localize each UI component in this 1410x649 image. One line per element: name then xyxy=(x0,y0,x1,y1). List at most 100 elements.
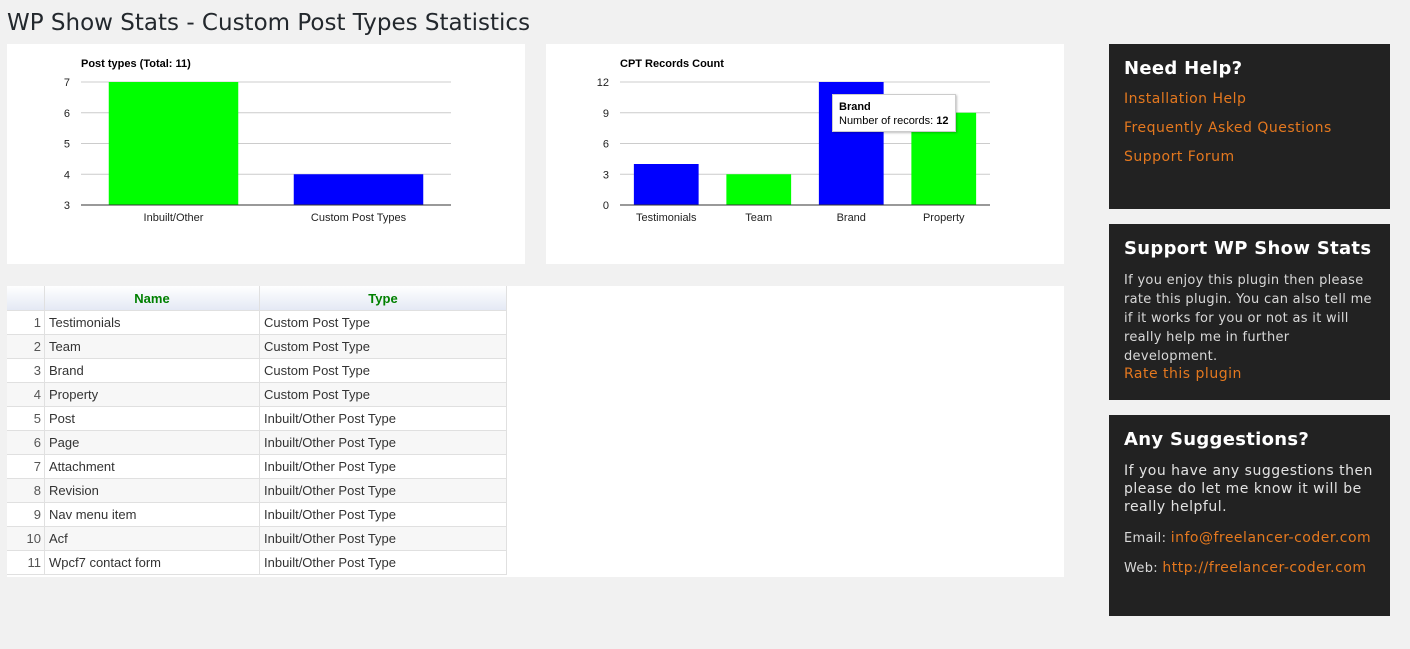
table-row[interactable]: 11 Wpcf7 contact form Inbuilt/Other Post T… xyxy=(7,550,507,575)
y-tick-label: 7 xyxy=(64,77,70,89)
table-row[interactable]: 3 Brand Custom Post Type xyxy=(7,358,507,383)
rate-plugin-link[interactable]: Rate this plugin xyxy=(1124,366,1375,382)
cell-name: Wpcf7 contact form xyxy=(44,550,260,575)
cell-name: Page xyxy=(44,430,260,455)
table-row[interactable]: 2 Team Custom Post Type xyxy=(7,334,507,359)
email-label: Email: xyxy=(1124,531,1167,546)
web-link[interactable]: http://freelancer-coder.com xyxy=(1162,560,1366,576)
y-tick-label: 4 xyxy=(64,169,70,181)
table-row[interactable]: 10 Acf Inbuilt/Other Post Type xyxy=(7,526,507,551)
x-tick-label: Brand xyxy=(837,212,866,224)
row-number: 9 xyxy=(7,502,45,527)
row-number-header xyxy=(7,286,45,311)
cell-type: Inbuilt/Other Post Type xyxy=(259,550,507,575)
cell-name: Revision xyxy=(44,478,260,503)
faq-link[interactable]: Frequently Asked Questions xyxy=(1124,120,1375,136)
cell-type: Inbuilt/Other Post Type xyxy=(259,526,507,551)
cell-name: Nav menu item xyxy=(44,502,260,527)
cell-name: Team xyxy=(44,334,260,359)
cell-type: Inbuilt/Other Post Type xyxy=(259,406,507,431)
page-title: WP Show Stats - Custom Post Types Statis… xyxy=(7,10,531,36)
row-number: 7 xyxy=(7,454,45,479)
row-number: 5 xyxy=(7,406,45,431)
table-row[interactable]: 4 Property Custom Post Type xyxy=(7,382,507,407)
column-header-name[interactable]: Name xyxy=(44,286,260,311)
y-tick-label: 3 xyxy=(603,169,609,181)
web-line: Web: http://freelancer-coder.com xyxy=(1124,560,1375,576)
email-link[interactable]: info@freelancer-coder.com xyxy=(1171,530,1372,546)
support-forum-link[interactable]: Support Forum xyxy=(1124,149,1375,165)
tooltip-value: 12 xyxy=(936,115,949,127)
chart-title: CPT Records Count xyxy=(620,58,724,70)
cell-name: Testimonials xyxy=(44,310,260,335)
tooltip-line: Number of records: 12 xyxy=(839,114,949,128)
support-box: Support WP Show Stats If you enjoy this … xyxy=(1109,224,1390,400)
row-number: 8 xyxy=(7,478,45,503)
tooltip-title: Brand xyxy=(839,101,871,113)
cell-name: Brand xyxy=(44,358,260,383)
table-row[interactable]: 1 Testimonials Custom Post Type xyxy=(7,310,507,335)
installation-help-link[interactable]: Installation Help xyxy=(1124,91,1375,107)
cpt-records-chart-panel: CPT Records Count 0 3 6 9 12 Testimonials Team B… xyxy=(546,44,1064,264)
table-row[interactable]: 9 Nav menu item Inbuilt/Other Post Type xyxy=(7,502,507,527)
chart-title: Post types (Total: 11) xyxy=(81,58,191,70)
cell-name: Post xyxy=(44,406,260,431)
table-body: 1 Testimonials Custom Post Type 2 Team Custom… xyxy=(7,310,507,575)
post-types-chart-panel: Post types (Total: 11) 3 4 5 6 7 Inbuilt/Other… xyxy=(7,44,525,264)
table-row[interactable]: 5 Post Inbuilt/Other Post Type xyxy=(7,406,507,431)
x-tick-label: Inbuilt/Other xyxy=(144,212,204,224)
need-help-title: Need Help? xyxy=(1124,58,1243,79)
row-number: 10 xyxy=(7,526,45,551)
cell-type: Inbuilt/Other Post Type xyxy=(259,454,507,479)
x-tick-label: Team xyxy=(745,212,772,224)
tooltip-label: Number of records: xyxy=(839,115,934,127)
cell-name: Attachment xyxy=(44,454,260,479)
bar-testimonials[interactable] xyxy=(633,164,699,205)
cell-name: Property xyxy=(44,382,260,407)
column-header-type[interactable]: Type xyxy=(259,286,507,311)
y-tick-label: 6 xyxy=(64,108,70,120)
x-tick-label: Custom Post Types xyxy=(311,212,407,224)
bar-inbuilt-other[interactable] xyxy=(108,82,239,205)
suggestions-title: Any Suggestions? xyxy=(1124,429,1310,450)
cell-type: Inbuilt/Other Post Type xyxy=(259,478,507,503)
web-label: Web: xyxy=(1124,561,1158,576)
row-number: 3 xyxy=(7,358,45,383)
support-title: Support WP Show Stats xyxy=(1124,238,1372,259)
row-number: 4 xyxy=(7,382,45,407)
row-number: 11 xyxy=(7,550,45,575)
post-types-chart: Post types (Total: 11) 3 4 5 6 7 Inbuilt/Other… xyxy=(64,58,451,224)
cpt-records-chart: CPT Records Count 0 3 6 9 12 Testimonials Team B… xyxy=(597,58,990,224)
support-text: If you enjoy this plugin then please rat… xyxy=(1124,273,1372,364)
bar-team[interactable] xyxy=(726,174,792,205)
cell-type: Custom Post Type xyxy=(259,382,507,407)
y-tick-label: 0 xyxy=(603,200,609,212)
table-row[interactable]: 6 Page Inbuilt/Other Post Type xyxy=(7,430,507,455)
row-number: 2 xyxy=(7,334,45,359)
need-help-box: Need Help? Installation Help Frequently … xyxy=(1109,44,1390,209)
cell-type: Custom Post Type xyxy=(259,310,507,335)
y-tick-label: 9 xyxy=(603,108,609,120)
post-types-table-panel: Name Type 1 Testimonials Custom Post Type 2… xyxy=(7,286,1064,577)
row-number: 6 xyxy=(7,430,45,455)
y-tick-label: 6 xyxy=(603,139,609,151)
suggestions-text: If you have any suggestions then please … xyxy=(1124,463,1373,515)
table-row[interactable]: 8 Revision Inbuilt/Other Post Type xyxy=(7,478,507,503)
row-number: 1 xyxy=(7,310,45,335)
suggestions-box: Any Suggestions? If you have any suggest… xyxy=(1109,415,1390,616)
bar-custom-post-types[interactable] xyxy=(293,174,424,205)
table-row[interactable]: 7 Attachment Inbuilt/Other Post Type xyxy=(7,454,507,479)
y-tick-label: 5 xyxy=(64,139,70,151)
post-types-table: Name Type 1 Testimonials Custom Post Type 2… xyxy=(7,286,507,575)
cell-type: Custom Post Type xyxy=(259,334,507,359)
y-tick-label: 3 xyxy=(64,200,70,212)
cell-type: Custom Post Type xyxy=(259,358,507,383)
x-tick-label: Testimonials xyxy=(636,212,697,224)
email-line: Email: info@freelancer-coder.com xyxy=(1124,530,1375,546)
x-tick-label: Property xyxy=(923,212,965,224)
cell-type: Inbuilt/Other Post Type xyxy=(259,502,507,527)
chart-tooltip: Brand Number of records: 12 xyxy=(832,94,956,132)
table-header-row: Name Type xyxy=(7,286,507,311)
cell-type: Inbuilt/Other Post Type xyxy=(259,430,507,455)
cell-name: Acf xyxy=(44,526,260,551)
